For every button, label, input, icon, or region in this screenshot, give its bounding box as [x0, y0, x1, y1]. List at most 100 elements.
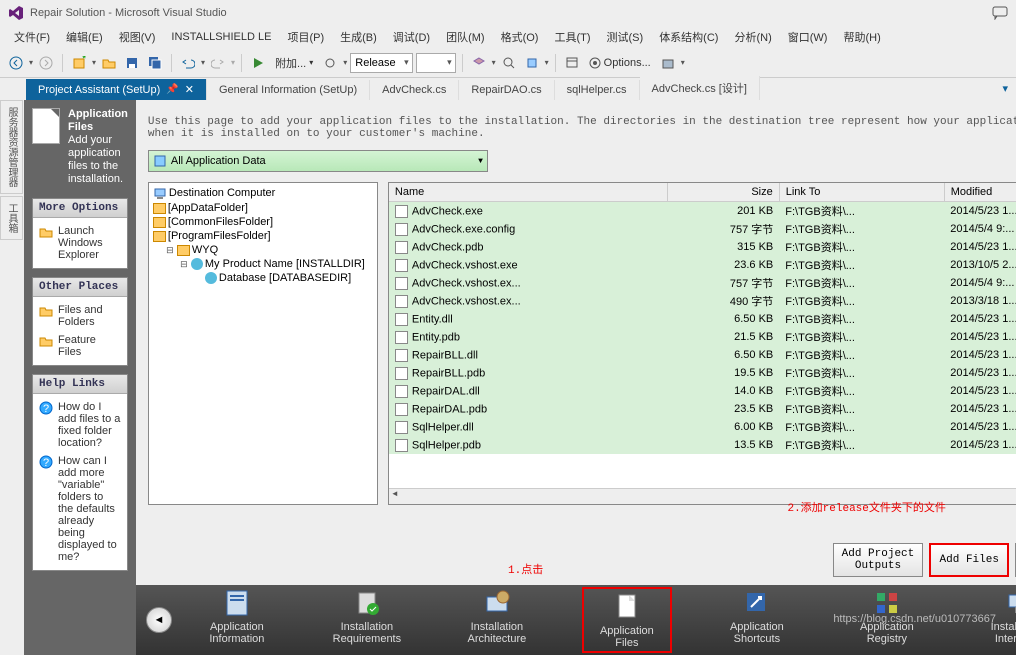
menu-item[interactable]: 帮助(H)	[835, 26, 888, 48]
tree-root[interactable]: Destination Computer	[151, 185, 375, 201]
column-header[interactable]: Size	[667, 183, 779, 202]
menu-item[interactable]: 体系结构(C)	[651, 26, 726, 48]
pin-icon[interactable]: 📌	[166, 84, 178, 95]
destination-tree[interactable]: Destination Computer [AppDataFolder][Com…	[148, 182, 378, 505]
document-tab[interactable]: General Information (SetUp)	[207, 80, 370, 100]
tree-node[interactable]: Database [DATABASEDIR]	[151, 271, 375, 285]
help-links-panel: Help Links ?How do I add files to a fixe…	[32, 374, 128, 571]
nav-item[interactable]: Application Shortcuts	[712, 587, 802, 653]
menu-item[interactable]: 分析(N)	[726, 26, 779, 48]
close-icon[interactable]: ✕	[185, 83, 194, 96]
file-list[interactable]: NameSizeLink ToModified AdvCheck.exe201 …	[388, 182, 1016, 505]
file-row[interactable]: Entity.pdb21.5 KBF:\TGB资料\...2014/5/23 1…	[389, 328, 1016, 346]
stop-button[interactable]	[320, 53, 340, 73]
open-button[interactable]	[99, 53, 119, 73]
file-row[interactable]: RepairDAL.pdb23.5 KBF:\TGB资料\...2014/5/2…	[389, 400, 1016, 418]
config-combo[interactable]: Release	[350, 53, 412, 73]
nav-prev-button[interactable]: ◄	[146, 607, 172, 633]
file-row[interactable]: SqlHelper.dll6.00 KBF:\TGB资料\...2014/5/2…	[389, 418, 1016, 436]
save-all-button[interactable]	[145, 53, 165, 73]
column-header[interactable]: Link To	[779, 183, 944, 202]
tree-node[interactable]: [AppDataFolder]	[151, 201, 375, 215]
panel-item[interactable]: ?How do I add files to a fixed folder lo…	[39, 398, 121, 452]
new-project-button[interactable]: *	[69, 53, 89, 73]
panel-item[interactable]: Feature Files	[39, 331, 121, 361]
expander-icon[interactable]: ⊟	[165, 245, 175, 256]
menu-item[interactable]: 格式(O)	[493, 26, 547, 48]
file-row[interactable]: RepairDAL.dll14.0 KBF:\TGB资料\...2014/5/2…	[389, 382, 1016, 400]
file-row[interactable]: AdvCheck.vshost.ex...757 字节F:\TGB资料\...2…	[389, 274, 1016, 292]
add-files-button[interactable]: Add Files	[929, 543, 1009, 577]
document-tab[interactable]: RepairDAO.cs	[459, 80, 554, 100]
help-icon: ?	[39, 455, 53, 469]
platform-combo[interactable]	[416, 53, 456, 73]
document-tab[interactable]: AdvCheck.cs	[370, 80, 459, 100]
build-button[interactable]	[658, 53, 678, 73]
menu-item[interactable]: 视图(V)	[111, 26, 164, 48]
class-view-button[interactable]	[522, 53, 542, 73]
menu-item[interactable]: 生成(B)	[332, 26, 385, 48]
tree-node[interactable]: ⊟My Product Name [INSTALLDIR]	[151, 257, 375, 271]
file-row[interactable]: AdvCheck.pdb315 KBF:\TGB资料\...2014/5/23 …	[389, 238, 1016, 256]
menu-item[interactable]: INSTALLSHIELD LE	[163, 28, 279, 46]
tree-node[interactable]: [ProgramFilesFolder]	[151, 229, 375, 243]
start-button[interactable]	[248, 53, 268, 73]
column-header[interactable]: Name	[389, 183, 667, 202]
file-row[interactable]: RepairBLL.dll6.50 KBF:\TGB资料\...2014/5/2…	[389, 346, 1016, 364]
nav-item[interactable]: Installation Architecture	[452, 587, 542, 653]
watermark: https://blog.csdn.net/u010773667	[833, 613, 996, 625]
back-button[interactable]	[6, 53, 26, 73]
file-row[interactable]: RepairBLL.pdb19.5 KBF:\TGB资料\...2014/5/2…	[389, 364, 1016, 382]
file-row[interactable]: AdvCheck.exe.config757 字节F:\TGB资料\...201…	[389, 220, 1016, 238]
toolbox-tab[interactable]: 工具箱	[0, 196, 23, 240]
window-button[interactable]	[562, 53, 582, 73]
other-places-title: Other Places	[33, 278, 127, 297]
file-icon	[395, 385, 408, 398]
add-project-outputs-button[interactable]: Add Project Outputs	[833, 543, 924, 577]
tree-node[interactable]: [CommonFilesFolder]	[151, 215, 375, 229]
menu-item[interactable]: 文件(F)	[6, 26, 58, 48]
find-button[interactable]	[499, 53, 519, 73]
file-row[interactable]: AdvCheck.vshost.exe23.6 KBF:\TGB资料\...20…	[389, 256, 1016, 274]
file-icon	[395, 331, 408, 344]
menu-item[interactable]: 测试(S)	[599, 26, 652, 48]
menu-item[interactable]: 工具(T)	[546, 26, 598, 48]
svg-text:?: ?	[43, 403, 49, 415]
document-tab[interactable]: Project Assistant (SetUp)📌✕	[26, 79, 207, 100]
more-options-title: More Options	[33, 199, 127, 218]
right-panel: Use this page to add your application fi…	[136, 100, 1016, 655]
layer-button[interactable]	[469, 53, 489, 73]
file-row[interactable]: AdvCheck.exe201 KBF:\TGB资料\...2014/5/23 …	[389, 202, 1016, 221]
menu-item[interactable]: 编辑(E)	[58, 26, 111, 48]
panel-item[interactable]: Launch Windows Explorer	[39, 222, 121, 264]
nav-item[interactable]: Installation Requirements	[322, 587, 412, 653]
menu-item[interactable]: 窗口(W)	[780, 26, 836, 48]
intro-text: Use this page to add your application fi…	[136, 100, 1016, 150]
options-button[interactable]: Options...	[585, 57, 655, 69]
attach-button[interactable]: 附加... ▾	[271, 55, 317, 71]
document-tab[interactable]: sqlHelper.cs	[555, 80, 640, 100]
menu-item[interactable]: 调试(D)	[385, 26, 438, 48]
file-row[interactable]: Entity.dll6.50 KBF:\TGB资料\...2014/5/23 1…	[389, 310, 1016, 328]
tree-node[interactable]: ⊟WYQ	[151, 243, 375, 257]
panel-item[interactable]: ?How can I add more "variable" folders t…	[39, 452, 121, 566]
server-explorer-tab[interactable]: 服务器资源管理器	[0, 100, 23, 194]
save-button[interactable]	[122, 53, 142, 73]
nav-icon	[221, 587, 253, 619]
nav-item[interactable]: Application Files	[582, 587, 672, 653]
feedback-icon[interactable]	[992, 6, 1008, 20]
undo-button[interactable]	[178, 53, 198, 73]
document-tab[interactable]: AdvCheck.cs [设计]	[640, 76, 760, 100]
file-row[interactable]: SqlHelper.pdb13.5 KBF:\TGB资料\...2014/5/2…	[389, 436, 1016, 454]
expander-icon[interactable]: ⊟	[179, 259, 189, 270]
column-header[interactable]: Modified	[944, 183, 1016, 202]
menu-item[interactable]: 项目(P)	[279, 26, 332, 48]
nav-icon	[611, 591, 643, 623]
file-row[interactable]: AdvCheck.vshost.ex...490 字节F:\TGB资料\...2…	[389, 292, 1016, 310]
nav-item[interactable]: Application Information	[192, 587, 282, 653]
redo-button[interactable]	[208, 53, 228, 73]
menu-item[interactable]: 团队(M)	[438, 26, 493, 48]
forward-button[interactable]	[36, 53, 56, 73]
panel-item[interactable]: Files and Folders	[39, 301, 121, 331]
app-data-dropdown[interactable]: All Application Data	[148, 150, 488, 172]
